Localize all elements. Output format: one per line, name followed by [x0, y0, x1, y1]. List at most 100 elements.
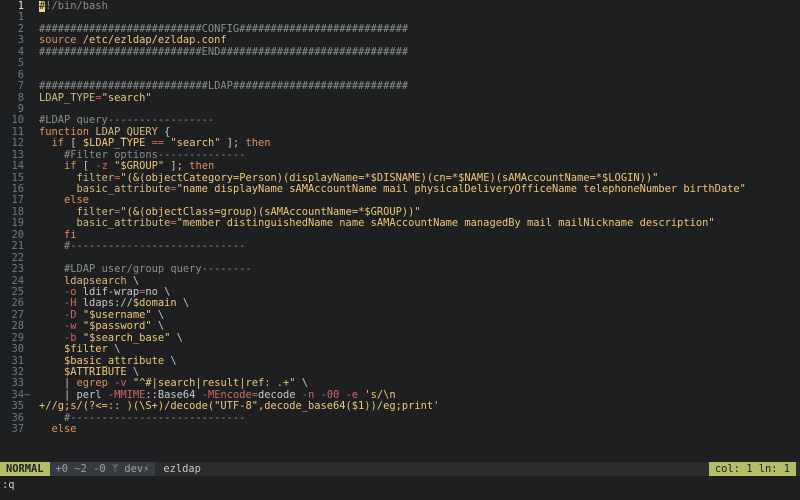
- code-token: | perl: [39, 389, 108, 401]
- code-line[interactable]: 32 $ATTRIBUTE \: [0, 366, 800, 378]
- code-token: $domain: [132, 298, 177, 310]
- code-line[interactable]: 17 else: [0, 194, 800, 206]
- code-line[interactable]: 3 source /etc/ezldap/ezldap.conf: [0, 34, 800, 46]
- code-line[interactable]: 7 ###########################LDAP########…: [0, 80, 800, 92]
- code-token: -D: [64, 309, 77, 321]
- code-token: ldapsearch: [64, 275, 127, 287]
- code-line[interactable]: 29 -b "$search_base" \: [0, 332, 800, 344]
- code-token: basic_attribute: [76, 218, 171, 230]
- code-line[interactable]: 36 #----------------------------: [0, 412, 800, 424]
- code-token: if: [51, 138, 65, 150]
- code-line[interactable]: 33 | egrep -v "^#|search|result|ref: .+"…: [0, 377, 800, 390]
- line-content: #LDAP query-----------------: [32, 115, 800, 126]
- line-number: 5: [17, 57, 24, 70]
- code-line[interactable]: 25 -o ldif-wrap=no \: [0, 286, 800, 298]
- line-content: -H ldaps://$domain \: [32, 298, 800, 309]
- code-line[interactable]: 22: [0, 252, 800, 264]
- code-line[interactable]: 15 filter="(&(objectCategory=Person)(dis…: [0, 172, 800, 184]
- code-token: else: [51, 424, 77, 436]
- code-token: \: [107, 344, 121, 356]
- code-line[interactable]: 21 #----------------------------: [0, 240, 800, 252]
- code-token: -o: [64, 286, 77, 298]
- code-line[interactable]: 8 LDAP_TYPE="search": [0, 92, 800, 104]
- line-content: function LDAP_QUERY {: [32, 127, 800, 138]
- sign-column: [24, 24, 32, 35]
- code-token: decode: [258, 389, 302, 401]
- code-line[interactable]: 16 basic_attribute="name displayName sAM…: [0, 183, 800, 195]
- line-content: #----------------------------: [32, 413, 800, 424]
- code-line[interactable]: 14 if [ -z "$GROUP" ]; then: [0, 160, 800, 173]
- sign-column: [24, 241, 32, 252]
- code-line[interactable]: 24 ldapsearch \: [0, 275, 800, 287]
- code-token: function: [39, 126, 90, 138]
- sign-column: [24, 367, 32, 378]
- code-line[interactable]: 30 $filter \: [0, 343, 800, 356]
- code-token: -b: [64, 332, 77, 344]
- line-content: #Filter options--------------: [32, 150, 800, 161]
- cursor-position: col: 1 ln: 1: [708, 462, 796, 476]
- code-token: #LDAP query-----------------: [39, 115, 215, 127]
- code-line[interactable]: 9: [0, 103, 800, 115]
- code-line[interactable]: 26 -H ldaps://$domain \: [0, 297, 800, 309]
- code-line[interactable]: 5: [0, 57, 800, 70]
- code-token: {: [157, 126, 171, 138]
- code-line[interactable]: 27 -D "$username" \: [0, 309, 800, 321]
- line-number: 30: [11, 343, 24, 356]
- code-line[interactable]: 31 $basic_attribute \: [0, 355, 800, 367]
- code-token: LDAP_QUERY: [95, 126, 158, 138]
- sign-column: [24, 424, 32, 435]
- sign-column: [24, 12, 32, 23]
- code-token: filter: [76, 206, 115, 218]
- code-line[interactable]: 6: [0, 69, 800, 81]
- sign-column: [24, 115, 32, 126]
- line-content: ##########################END###########…: [32, 47, 800, 58]
- code-line[interactable]: 37 else: [0, 423, 800, 436]
- code-token: -v: [114, 378, 127, 390]
- code-line[interactable]: 18 filter="(&(objectClass=group)(sAMAcco…: [0, 206, 800, 218]
- sign-column: [24, 161, 32, 172]
- line-number: 12: [11, 137, 24, 150]
- code-line[interactable]: 34 ~ | perl -MMIME::Base64 -MEncode=decod…: [0, 388, 800, 401]
- line-number: 28: [11, 320, 24, 333]
- sign-column: [24, 184, 32, 195]
- code-line[interactable]: 11 function LDAP_QUERY {: [0, 126, 800, 138]
- line-content: basic_attribute="member distinguishedNam…: [32, 218, 800, 229]
- code-line[interactable]: 1 #!/bin/bash: [0, 0, 800, 12]
- code-line[interactable]: 35 +//g;s/(?<=:: )(\S+)/decode("UTF-8",de…: [0, 400, 800, 412]
- code-token: "$GROUP": [114, 161, 165, 173]
- code-line[interactable]: 1: [0, 11, 800, 23]
- code-line[interactable]: 23 #LDAP user/group query--------: [0, 263, 800, 275]
- sign-column: [24, 298, 32, 309]
- code-line[interactable]: 2 ##########################CONFIG#######…: [0, 23, 800, 35]
- line-number: 37: [11, 423, 24, 436]
- code-line[interactable]: 4 ##########################END##########…: [0, 46, 800, 58]
- sign-column: [24, 344, 32, 355]
- sign-column: [24, 356, 32, 367]
- sign-column: [24, 35, 32, 46]
- code-line[interactable]: 10 #LDAP query-----------------: [0, 114, 800, 126]
- code-token: "^#|search|result|ref: .+": [132, 378, 296, 390]
- line-content: +//g;s/(?<=:: )(\S+)/decode("UTF-8",deco…: [32, 401, 800, 412]
- line-content: else: [32, 424, 800, 435]
- editor-buffer[interactable]: 1 #!/bin/bash 1 2 ##########################…: [0, 0, 800, 463]
- command-line[interactable]: :q: [0, 478, 800, 492]
- sign-column: ~: [24, 388, 31, 401]
- code-token: "$search_base": [82, 332, 171, 344]
- sign-column: [24, 173, 32, 184]
- code-token: ];: [164, 161, 190, 173]
- line-content: ldapsearch \: [32, 276, 800, 287]
- code-line[interactable]: 28 -w "$password" \: [0, 320, 800, 333]
- code-line[interactable]: 13 #Filter options--------------: [0, 149, 800, 161]
- sign-column: [24, 138, 32, 149]
- code-line[interactable]: 20 fi: [0, 229, 800, 241]
- code-line[interactable]: 12 if [ $LDAP_TYPE == "search" ]; then: [0, 137, 800, 150]
- code-line[interactable]: 19 basic_attribute="member distinguished…: [0, 217, 800, 229]
- line-content: else: [32, 195, 800, 206]
- sign-column: [24, 218, 32, 229]
